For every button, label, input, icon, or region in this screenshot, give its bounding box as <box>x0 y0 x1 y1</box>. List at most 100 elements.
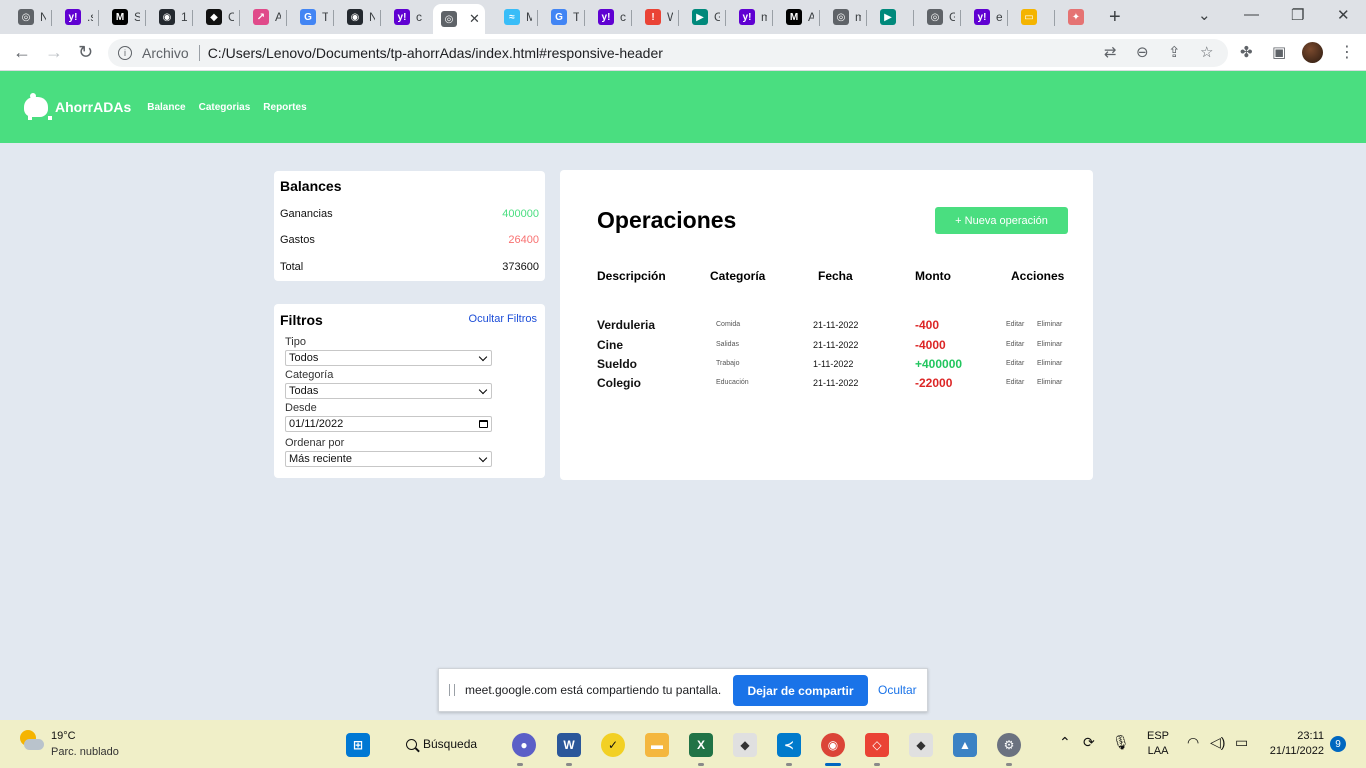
nav-link-reportes[interactable]: Reportes <box>263 102 306 113</box>
microphone-icon[interactable]: 🎙 <box>1112 734 1130 751</box>
browser-tab[interactable]: ◉ 14 <box>151 4 187 30</box>
browser-tab[interactable]: ▭ <box>1013 4 1049 30</box>
delete-operation-link[interactable]: Eliminar <box>1037 341 1062 348</box>
tab-search-icon[interactable]: ⌄ <box>1198 6 1211 24</box>
drag-handle-icon[interactable] <box>449 684 455 696</box>
notification-badge[interactable]: 9 <box>1330 736 1346 752</box>
url-text[interactable]: C:/Users/Lenovo/Documents/tp-ahorrAdas/i… <box>208 45 663 61</box>
nav-link-categorias[interactable]: Categorias <box>199 102 251 113</box>
weather-description[interactable]: Parc. nublado <box>51 746 119 758</box>
filter-select-categoria[interactable]: Todas <box>285 383 492 399</box>
filter-label-ordenar: Ordenar por <box>285 437 345 449</box>
operation-row: Cine Salidas 21-11-2022 -4000 Editar Eliminar <box>560 338 1093 356</box>
browser-tab[interactable]: ! W <box>637 4 673 30</box>
chrome-icon[interactable]: ◉ <box>821 733 845 757</box>
browser-tab[interactable]: ▶ G <box>684 4 720 30</box>
site-info-icon[interactable]: i <box>118 46 132 60</box>
reload-icon[interactable]: ↻ <box>78 42 93 63</box>
browser-tab[interactable]: y! cc <box>386 4 422 30</box>
weather-temperature[interactable]: 19°C <box>51 730 76 742</box>
excel-icon[interactable]: X <box>689 733 713 757</box>
edit-operation-link[interactable]: Editar <box>1006 321 1024 328</box>
running-indicator <box>1006 763 1012 766</box>
weather-icon[interactable] <box>18 730 44 752</box>
zoom-icon[interactable]: ⊖ <box>1136 43 1149 61</box>
file-explorer-icon[interactable]: ▬ <box>645 733 669 757</box>
browser-tab[interactable]: ▶ <box>872 4 908 30</box>
battery-icon[interactable]: ▭ <box>1235 734 1248 751</box>
edit-operation-link[interactable]: Editar <box>1006 341 1024 348</box>
balance-label: Gastos <box>280 234 315 246</box>
browser-tab[interactable]: MA <box>778 4 814 30</box>
chevron-up-icon[interactable]: ⌃ <box>1059 734 1071 751</box>
settings-gear-icon[interactable]: ⚙ <box>997 733 1021 757</box>
browser-tab[interactable]: ≈ M <box>496 4 532 30</box>
browser-tab[interactable]: ◆ C <box>198 4 234 30</box>
sync-icon[interactable]: ⟳ <box>1083 734 1095 751</box>
teams-chat-icon[interactable]: ● <box>512 733 536 757</box>
browser-tab[interactable]: y! m <box>731 4 767 30</box>
browser-tab[interactable]: y! cc <box>590 4 626 30</box>
hide-filters-link[interactable]: Ocultar Filtros <box>469 313 537 325</box>
side-panel-icon[interactable]: ▣ <box>1272 43 1286 61</box>
browser-tab[interactable]: ◎ N <box>10 4 46 30</box>
vscode-icon[interactable]: ≺ <box>777 733 801 757</box>
extensions-puzzle-icon[interactable]: ✤ <box>1240 43 1253 61</box>
balance-value: 373600 <box>502 261 539 273</box>
language-indicator[interactable]: ESP LAA <box>1147 729 1169 759</box>
taskbar-search[interactable]: Búsqueda <box>392 729 498 759</box>
hide-share-bar-button[interactable]: Ocultar <box>878 683 917 697</box>
address-bar[interactable]: i Archivo C:/Users/Lenovo/Documents/tp-a… <box>108 39 1228 67</box>
browser-tab[interactable]: ↗ Al <box>245 4 281 30</box>
volume-icon[interactable]: ◁) <box>1210 734 1225 751</box>
brand-name[interactable]: AhorrADAs <box>55 99 131 115</box>
browser-tab[interactable]: y! er <box>966 4 1002 30</box>
active-indicator <box>825 763 841 766</box>
word-icon[interactable]: W <box>557 733 581 757</box>
browser-tab[interactable]: y! .s <box>57 4 93 30</box>
operation-category: Trabajo <box>716 360 740 367</box>
edit-operation-link[interactable]: Editar <box>1006 360 1024 367</box>
filter-select-tipo[interactable]: Todos <box>285 350 492 366</box>
bookmark-star-icon[interactable]: ☆ <box>1200 43 1213 61</box>
new-tab-button[interactable]: + <box>1109 6 1121 29</box>
git-tool-2-icon[interactable]: ◆ <box>909 733 933 757</box>
stop-sharing-button[interactable]: Dejar de compartir <box>733 675 868 706</box>
browser-tab[interactable]: ◎ m <box>825 4 861 30</box>
anydesk-icon[interactable]: ◇ <box>865 733 889 757</box>
translate-icon: G <box>551 9 567 25</box>
filter-select-ordenar[interactable]: Más reciente <box>285 451 492 467</box>
check-app-icon[interactable]: ✓ <box>601 733 625 757</box>
photos-icon[interactable]: ▲ <box>953 733 977 757</box>
share-icon[interactable]: ⇪ <box>1168 43 1181 61</box>
wifi-icon[interactable]: ◠ <box>1187 734 1199 751</box>
browser-tab[interactable]: ◉ N <box>339 4 375 30</box>
browser-tab[interactable]: G Tr <box>292 4 328 30</box>
menu-kebab-icon[interactable]: ⋮ <box>1339 42 1355 62</box>
tab-separator <box>678 10 679 26</box>
calendar-icon[interactable] <box>479 420 488 428</box>
forward-icon[interactable]: → <box>45 42 63 63</box>
minimize-button[interactable]: — <box>1244 6 1259 23</box>
delete-operation-link[interactable]: Eliminar <box>1037 360 1062 367</box>
git-tool-icon[interactable]: ◆ <box>733 733 757 757</box>
start-windows-icon[interactable]: ⊞ <box>346 733 370 757</box>
back-icon[interactable]: ← <box>13 42 31 63</box>
delete-operation-link[interactable]: Eliminar <box>1037 321 1062 328</box>
restore-button[interactable]: ❐ <box>1291 6 1304 24</box>
tab-active[interactable]: ◎ ✕ <box>433 4 485 34</box>
new-operation-button[interactable]: + Nueva operación <box>935 207 1068 234</box>
system-clock[interactable]: 23:11 21/11/2022 <box>1266 729 1324 759</box>
browser-tab[interactable]: M St <box>104 4 140 30</box>
translate-icon[interactable]: ⇄ <box>1104 43 1117 61</box>
browser-tab[interactable]: ✦ <box>1060 4 1096 30</box>
delete-operation-link[interactable]: Eliminar <box>1037 379 1062 386</box>
profile-avatar[interactable] <box>1302 42 1323 63</box>
close-tab-icon[interactable]: ✕ <box>469 11 480 27</box>
close-window-button[interactable]: ✕ <box>1337 6 1350 24</box>
nav-link-balance[interactable]: Balance <box>147 102 185 113</box>
browser-tab[interactable]: ◎ G <box>919 4 955 30</box>
filter-date-desde[interactable]: 01/11/2022 <box>285 416 492 432</box>
browser-tab[interactable]: G Tr <box>543 4 579 30</box>
edit-operation-link[interactable]: Editar <box>1006 379 1024 386</box>
